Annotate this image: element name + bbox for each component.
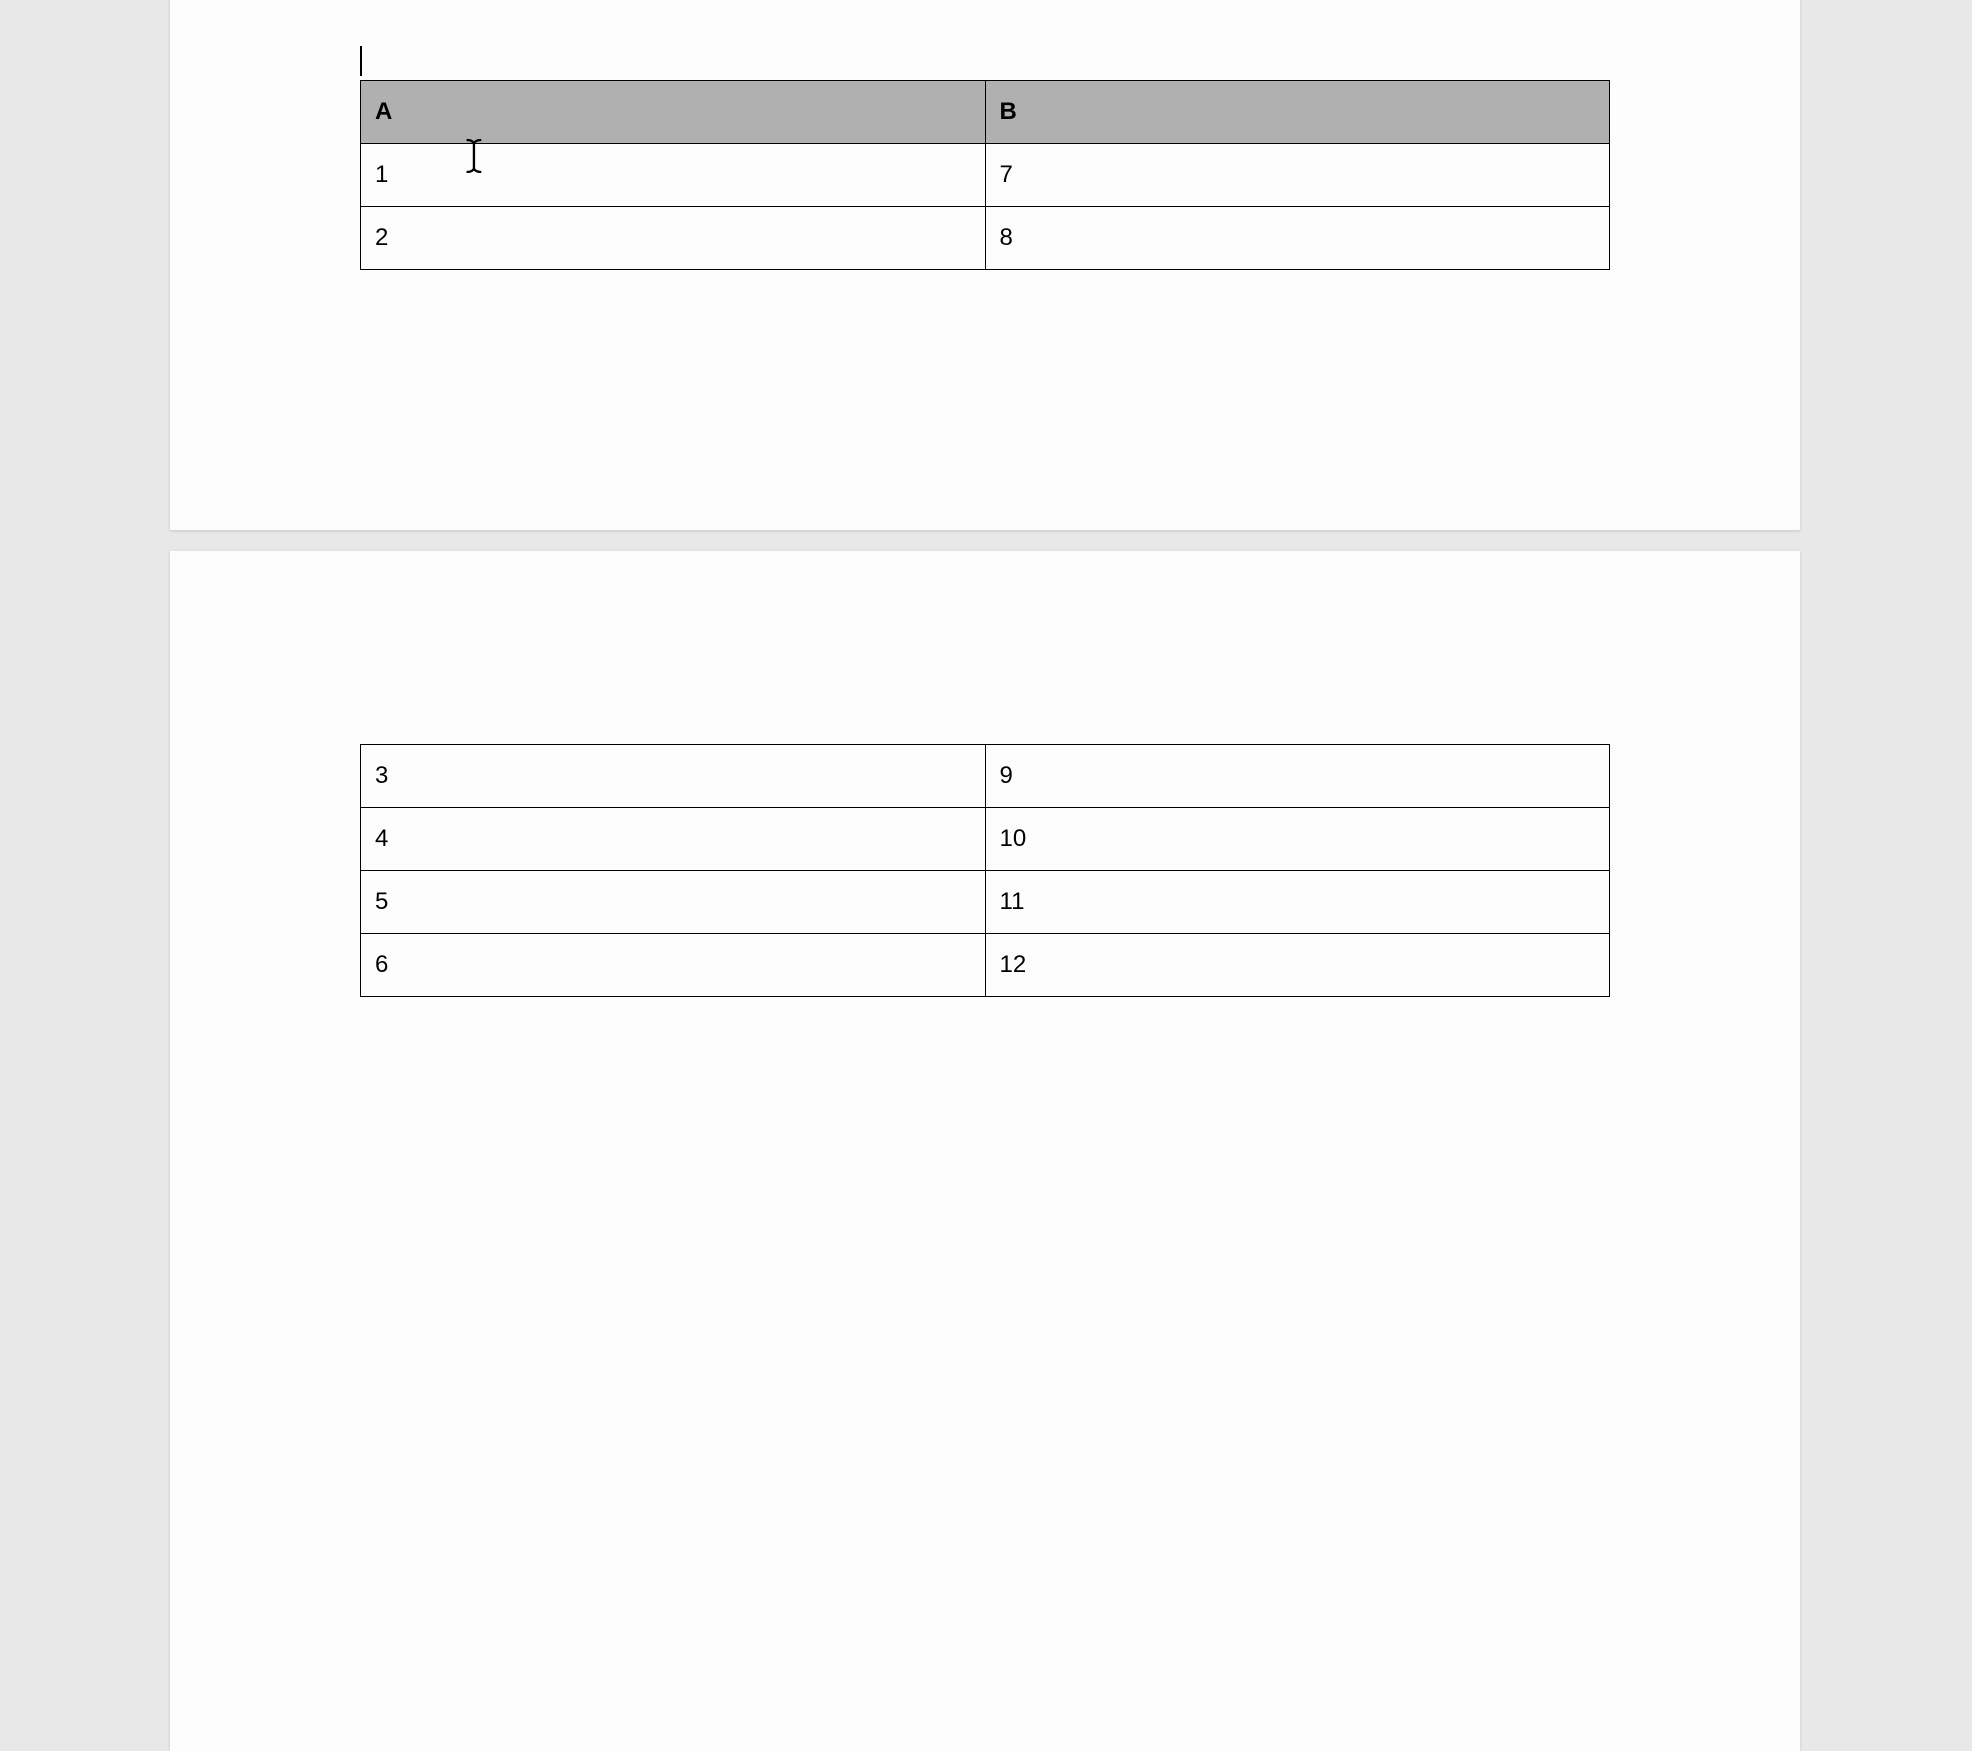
table-cell[interactable]: 6 — [361, 934, 986, 997]
table-cell[interactable]: 10 — [985, 808, 1610, 871]
table-cell[interactable]: 3 — [361, 745, 986, 808]
table-row[interactable]: 2 8 — [361, 207, 1610, 270]
table-header-a[interactable]: A — [361, 81, 986, 144]
table-cell[interactable]: 12 — [985, 934, 1610, 997]
table-cell[interactable]: 1 — [361, 144, 986, 207]
document-page-1[interactable]: A B 1 7 2 8 — [170, 0, 1800, 530]
table-cell[interactable]: 5 — [361, 871, 986, 934]
table-row[interactable]: 4 10 — [361, 808, 1610, 871]
table-cell[interactable]: 2 — [361, 207, 986, 270]
table-cell[interactable]: 8 — [985, 207, 1610, 270]
text-insertion-cursor — [360, 46, 362, 76]
table-row[interactable]: 3 9 — [361, 745, 1610, 808]
table-cell[interactable]: 11 — [985, 871, 1610, 934]
data-table-page1[interactable]: A B 1 7 2 8 — [360, 80, 1610, 270]
data-table-page2[interactable]: 3 9 4 10 5 11 6 12 — [360, 744, 1610, 997]
table-row[interactable]: 6 12 — [361, 934, 1610, 997]
table-header-b[interactable]: B — [985, 81, 1610, 144]
table-row[interactable]: 1 7 — [361, 144, 1610, 207]
table-cell[interactable]: 9 — [985, 745, 1610, 808]
table-cell[interactable]: 4 — [361, 808, 986, 871]
table-header-row[interactable]: A B — [361, 81, 1610, 144]
table-cell[interactable]: 7 — [985, 144, 1610, 207]
document-page-2[interactable]: 3 9 4 10 5 11 6 12 — [170, 551, 1800, 1751]
table-row[interactable]: 5 11 — [361, 871, 1610, 934]
